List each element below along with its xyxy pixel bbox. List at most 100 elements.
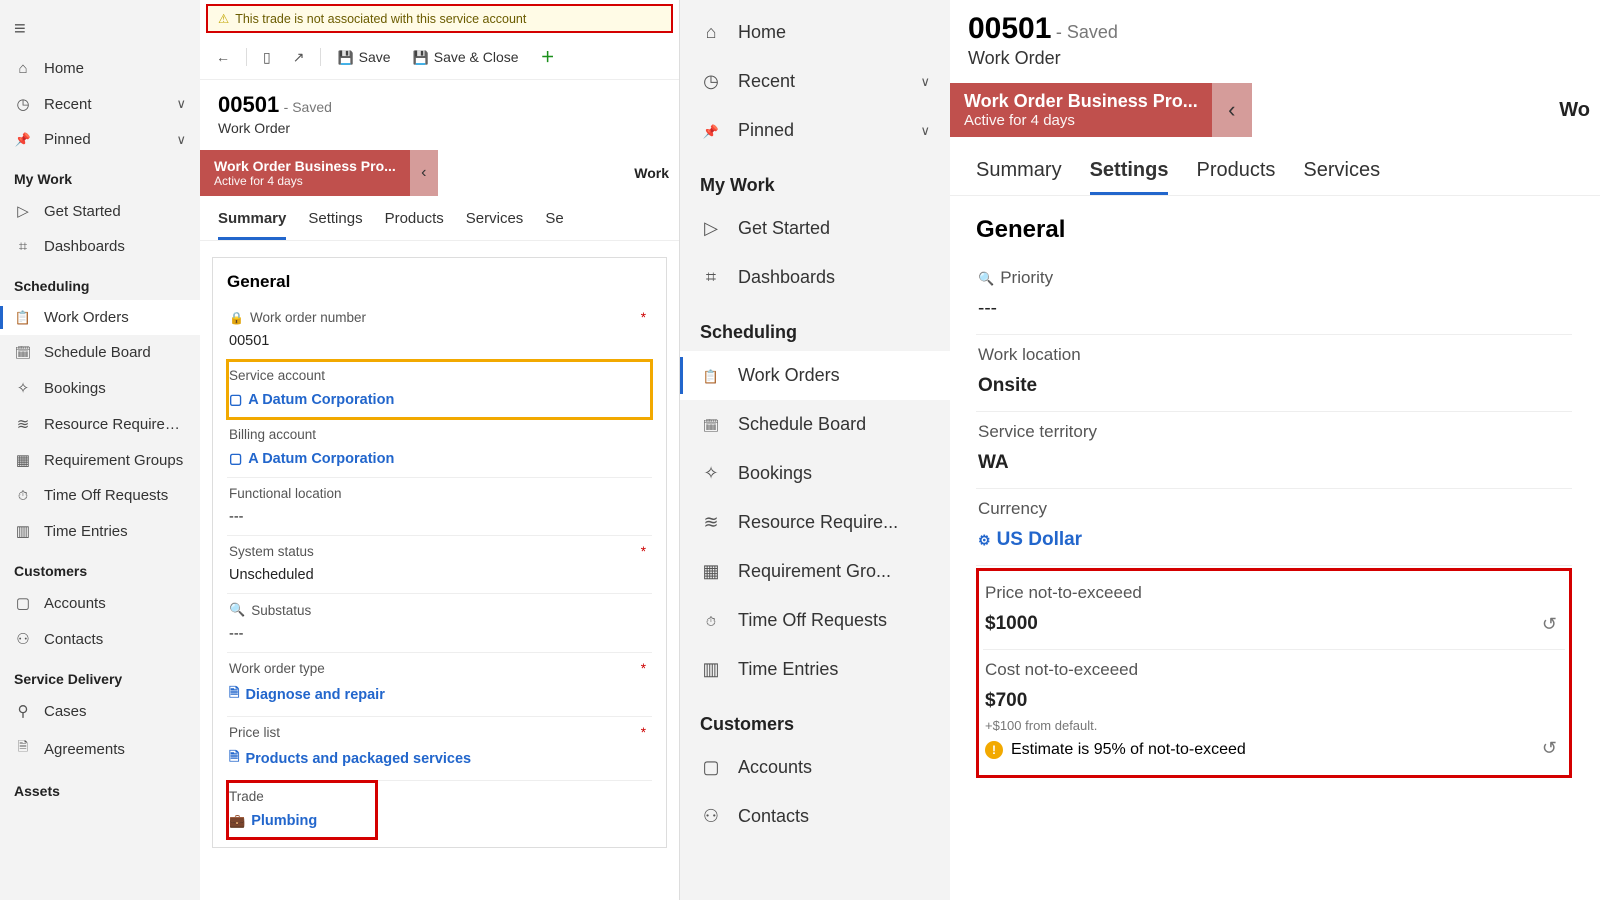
nav-timeentries[interactable]: Time Entries (0, 513, 200, 549)
bpf-stage[interactable]: Work Order Business Pro... Active for 4 … (200, 150, 410, 196)
tab-summary[interactable]: Summary (976, 159, 1062, 195)
back-button[interactable] (210, 45, 236, 69)
field-price-nte[interactable]: Price not-to-exceeed $1000 ↺ (983, 573, 1565, 650)
pin-icon (700, 120, 722, 141)
nav-resourcereq[interactable]: Resource Requireme... (0, 406, 200, 442)
timeentries-icon (700, 659, 722, 680)
nav-dashboards[interactable]: Dashboards (0, 229, 200, 264)
bpf-collapse-button[interactable]: ‹ (410, 150, 438, 196)
nav-pinned[interactable]: Pinned∨ (680, 106, 950, 155)
field-service-account[interactable]: Service account A Datum Corporation (227, 360, 652, 419)
tab-settings[interactable]: Settings (1090, 159, 1169, 195)
field-work-order-type[interactable]: Work order type* Diagnose and repair (227, 653, 652, 717)
nav-contacts[interactable]: Contacts (680, 792, 950, 841)
pin-icon (14, 131, 32, 148)
field-price-list[interactable]: Price list* Products and packaged servic… (227, 717, 652, 781)
timeentries-icon (14, 522, 32, 540)
bpf-collapse-button[interactable]: ‹ (1212, 83, 1252, 137)
dashboard-icon (14, 238, 32, 255)
nav-reqgroups[interactable]: Requirement Gro... (680, 547, 950, 596)
bpf-next-stage[interactable]: Wo (1252, 83, 1600, 137)
nav-accounts[interactable]: Accounts (680, 743, 950, 792)
section-title: General (227, 272, 652, 292)
nav-resourcereq[interactable]: Resource Require... (680, 498, 950, 547)
record-id: 00501 (968, 12, 1051, 46)
search-icon (978, 268, 994, 288)
nav-workorders[interactable]: Work Orders (0, 300, 200, 335)
field-priority[interactable]: Priority --- (976, 258, 1572, 335)
field-billing-account[interactable]: Billing account A Datum Corporation (227, 419, 652, 478)
nav-cases[interactable]: Cases (0, 693, 200, 729)
tab-services[interactable]: Services (1303, 159, 1380, 195)
nav-timeoff[interactable]: Time Off Requests (680, 596, 950, 645)
nav-section-mywork: My Work (0, 157, 200, 193)
requirements-icon (14, 415, 32, 433)
nav-home[interactable]: Home (0, 51, 200, 86)
nav-accounts[interactable]: Accounts (0, 585, 200, 621)
calendar-icon (14, 344, 32, 361)
chevron-down-icon[interactable]: ∨ (920, 74, 930, 90)
nav-reqgroups[interactable]: Requirement Groups (0, 442, 200, 478)
hamburger-icon[interactable]: ≡ (0, 8, 200, 51)
field-functional-location[interactable]: Functional location --- (227, 478, 652, 536)
tab-summary[interactable]: Summary (218, 210, 286, 240)
doc-icon (229, 684, 239, 706)
form-tabs: Summary Settings Products Services (950, 137, 1600, 196)
reset-icon[interactable]: ↺ (1542, 738, 1557, 759)
nav-timeentries[interactable]: Time Entries (680, 645, 950, 694)
search-icon (229, 602, 245, 618)
field-substatus[interactable]: Substatus --- (227, 594, 652, 653)
nav-pinned[interactable]: Pinned∨ (0, 122, 200, 157)
tab-products[interactable]: Products (385, 210, 444, 240)
tab-more[interactable]: Se (545, 210, 563, 240)
reset-icon[interactable]: ↺ (1542, 614, 1557, 635)
record-state: - Saved (284, 99, 332, 115)
nav-contacts[interactable]: Contacts (0, 621, 200, 657)
field-work-order-number[interactable]: Work order number* 00501 (227, 302, 652, 360)
nav-bookings[interactable]: Bookings (0, 370, 200, 406)
nav-getstarted[interactable]: Get Started (680, 204, 950, 253)
bpf-stage[interactable]: Work Order Business Pro... Active for 4 … (950, 83, 1212, 137)
nte-highlight-block: Price not-to-exceeed $1000 ↺ Cost not-to… (976, 568, 1572, 778)
chevron-down-icon[interactable]: ∨ (176, 132, 186, 148)
nav-timeoff[interactable]: Time Off Requests (0, 478, 200, 513)
nav-section-service: Service Delivery (0, 657, 200, 693)
nav-recent[interactable]: Recent∨ (680, 57, 950, 106)
nav-scheduleboard[interactable]: Schedule Board (0, 335, 200, 370)
calendar-icon (700, 414, 722, 435)
requirements-icon (700, 512, 722, 533)
nav-getstarted[interactable]: Get Started (0, 193, 200, 229)
command-bar: Save Save & Close (200, 35, 679, 80)
tab-products[interactable]: Products (1196, 159, 1275, 195)
open-button[interactable] (287, 45, 311, 70)
bpf-next-stage[interactable]: Work (438, 150, 679, 196)
field-service-territory[interactable]: Service territory WA (976, 412, 1572, 489)
right-sidebar: Home Recent∨ Pinned∨ My Work Get Started… (680, 0, 950, 900)
new-button[interactable] (535, 43, 561, 71)
chevron-down-icon[interactable]: ∨ (176, 96, 186, 112)
nav-section-customers: Customers (0, 549, 200, 585)
nav-bookings[interactable]: Bookings (680, 449, 950, 498)
nav-recent[interactable]: Recent∨ (0, 86, 200, 122)
save-close-button[interactable]: Save & Close (407, 45, 525, 70)
field-currency[interactable]: Currency US Dollar (976, 489, 1572, 566)
business-process-flow: Work Order Business Pro... Active for 4 … (950, 83, 1600, 137)
nav-dashboards[interactable]: Dashboards (680, 253, 950, 302)
panel-button[interactable] (257, 45, 277, 70)
tab-services[interactable]: Services (466, 210, 524, 240)
tab-settings[interactable]: Settings (308, 210, 362, 240)
form-section-general: General Work order number* 00501 Service… (212, 257, 667, 848)
field-system-status[interactable]: System status* Unscheduled (227, 536, 652, 594)
doc-icon (229, 748, 239, 770)
chevron-down-icon[interactable]: ∨ (920, 123, 930, 139)
save-button[interactable]: Save (331, 45, 396, 70)
nav-workorders[interactable]: Work Orders (680, 351, 950, 400)
record-subtitle: Work Order (218, 120, 661, 136)
nav-agreements[interactable]: Agreements (0, 729, 200, 769)
nav-home[interactable]: Home (680, 8, 950, 57)
field-cost-nte[interactable]: Cost not-to-exceeed $700 ↺ +$100 from de… (983, 650, 1565, 773)
field-trade[interactable]: Trade Plumbing (227, 781, 377, 839)
form-section-general: General Priority --- Work location Onsit… (976, 216, 1586, 778)
nav-scheduleboard[interactable]: Schedule Board (680, 400, 950, 449)
field-work-location[interactable]: Work location Onsite (976, 335, 1572, 412)
